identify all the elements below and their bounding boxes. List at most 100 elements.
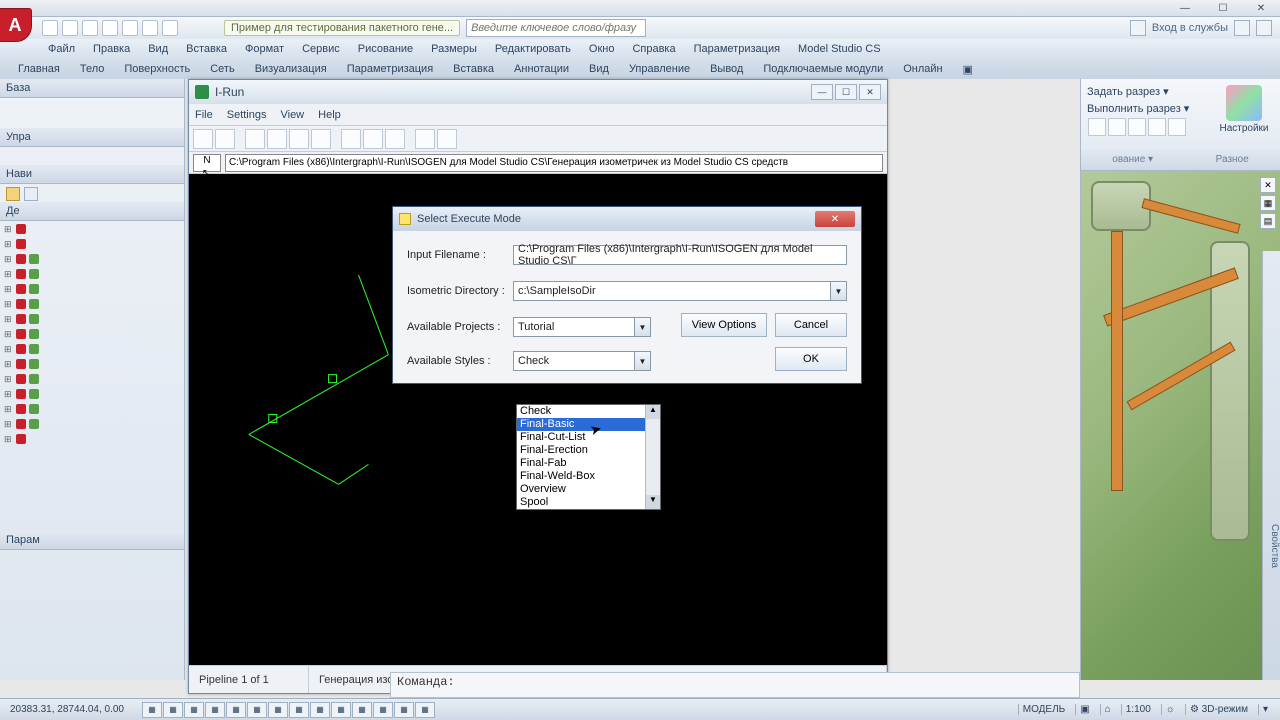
dropdown-option[interactable]: Final-Erection	[517, 444, 660, 457]
irun-menu-file[interactable]: File	[195, 109, 213, 121]
dropdown-option[interactable]: Final-Cut-List	[517, 431, 660, 444]
maximize-button[interactable]: ☐	[1204, 0, 1242, 17]
tree-node[interactable]	[4, 268, 180, 283]
menu-parametrize[interactable]: Параметризация	[686, 41, 788, 57]
ribbon-icon[interactable]	[1128, 118, 1146, 136]
menu-service[interactable]: Сервис	[294, 41, 348, 57]
panel-header-de[interactable]: Де	[0, 202, 184, 221]
status-toggle[interactable]: ▦	[142, 702, 162, 718]
tab-visualize[interactable]: Визуализация	[245, 61, 337, 77]
menu-insert[interactable]: Вставка	[178, 41, 235, 57]
qat-icon[interactable]	[82, 20, 98, 36]
status-toggle[interactable]: ▦	[247, 702, 267, 718]
properties-tab[interactable]: Свойства	[1262, 251, 1280, 680]
menu-help[interactable]: Справка	[624, 41, 683, 57]
tree-node[interactable]	[4, 283, 180, 298]
chevron-down-icon[interactable]: ▼	[634, 318, 650, 336]
status-item[interactable]: ☼	[1161, 704, 1179, 715]
menu-format[interactable]: Формат	[237, 41, 292, 57]
toolbar-icon[interactable]	[363, 129, 383, 149]
toolbar-icon[interactable]	[415, 129, 435, 149]
toolbar-icon[interactable]	[437, 129, 457, 149]
ribbon-icon[interactable]	[1148, 118, 1166, 136]
tree-node[interactable]	[4, 238, 180, 253]
dropdown-option[interactable]: Final-Fab	[517, 457, 660, 470]
north-icon[interactable]: N	[193, 154, 221, 172]
menu-draw[interactable]: Рисование	[350, 41, 421, 57]
tree-node[interactable]	[4, 223, 180, 238]
tab-insert[interactable]: Вставка	[443, 61, 504, 77]
viewport-3d[interactable]: ✕ ▦ ▤ Свойства	[1080, 171, 1280, 680]
tab-surface[interactable]: Поверхность	[114, 61, 200, 77]
menu-dimensions[interactable]: Размеры	[423, 41, 485, 57]
ribbon-icon[interactable]	[1108, 118, 1126, 136]
toolbar-icon[interactable]	[385, 129, 405, 149]
dropdown-option[interactable]: Spool	[517, 496, 660, 509]
view-options-button[interactable]: View Options	[681, 313, 767, 337]
toolbar-icon[interactable]	[289, 129, 309, 149]
panel-header-upra[interactable]: Упра	[0, 128, 184, 147]
ribbon-icon[interactable]	[1088, 118, 1106, 136]
chevron-down-icon[interactable]: ▼	[634, 352, 650, 370]
minimize-button[interactable]: —	[1166, 0, 1204, 17]
irun-maximize-button[interactable]: ☐	[835, 84, 857, 100]
menu-file[interactable]: Файл	[40, 41, 83, 57]
viewport-close-icon[interactable]: ✕	[1260, 177, 1276, 193]
dropdown-option[interactable]: Final-Basic	[517, 418, 660, 431]
irun-minimize-button[interactable]: —	[811, 84, 833, 100]
status-item[interactable]: ▾	[1258, 704, 1272, 715]
status-toggle[interactable]: ▦	[331, 702, 351, 718]
menu-window[interactable]: Окно	[581, 41, 623, 57]
qat-icon[interactable]	[42, 20, 58, 36]
tree-node[interactable]	[4, 373, 180, 388]
tab-plugins[interactable]: Подключаемые модули	[753, 61, 893, 77]
chevron-down-icon[interactable]: ▼	[830, 282, 846, 300]
styles-select[interactable]: Check▼	[513, 351, 651, 371]
status-item[interactable]: МОДЕЛЬ	[1018, 704, 1069, 715]
toolbar-icon[interactable]	[267, 129, 287, 149]
status-toggle[interactable]: ▦	[373, 702, 393, 718]
status-item[interactable]: 1:100	[1121, 704, 1155, 715]
tree-node[interactable]	[4, 253, 180, 268]
tab-view[interactable]: Вид	[579, 61, 619, 77]
dropdown-scrollbar[interactable]: ▲▼	[645, 405, 660, 509]
ok-button[interactable]: OK	[775, 347, 847, 371]
tab-output[interactable]: Вывод	[700, 61, 753, 77]
projects-select[interactable]: Tutorial▼	[513, 317, 651, 337]
dialog-close-button[interactable]: ✕	[815, 211, 855, 227]
tab-home[interactable]: Главная	[8, 61, 70, 77]
panel-header-baza[interactable]: База	[0, 79, 184, 98]
tab-online[interactable]: Онлайн	[893, 61, 952, 77]
tree-node[interactable]	[4, 388, 180, 403]
viewport-tool-icon[interactable]: ▤	[1260, 213, 1276, 229]
viewport-tool-icon[interactable]: ▦	[1260, 195, 1276, 211]
ribbon-label[interactable]: Выполнить разрез ▾	[1087, 100, 1214, 117]
dropdown-option[interactable]: Check	[517, 405, 660, 418]
tab-app[interactable]: ▣	[953, 61, 983, 78]
tree-node[interactable]	[4, 313, 180, 328]
app-logo-icon[interactable]: A	[0, 8, 32, 42]
irun-menu-view[interactable]: View	[280, 109, 304, 121]
qat-icon[interactable]	[62, 20, 78, 36]
irun-path-input[interactable]	[225, 154, 883, 172]
status-toggle[interactable]: ▦	[205, 702, 225, 718]
tab-annotations[interactable]: Аннотации	[504, 61, 579, 77]
iso-directory-field[interactable]: c:\SampleIsoDir▼	[513, 281, 847, 301]
tab-parametrize[interactable]: Параметризация	[337, 61, 443, 77]
tree-node[interactable]	[4, 298, 180, 313]
tab-mesh[interactable]: Сеть	[200, 61, 244, 77]
menu-edit[interactable]: Правка	[85, 41, 138, 57]
ribbon-icon[interactable]	[1168, 118, 1186, 136]
command-line[interactable]: Команда:	[390, 672, 1080, 698]
status-toggle[interactable]: ▦	[268, 702, 288, 718]
menu-view[interactable]: Вид	[140, 41, 176, 57]
cancel-button[interactable]: Cancel	[775, 313, 847, 337]
qat-icon[interactable]	[122, 20, 138, 36]
dialog-titlebar[interactable]: Select Execute Mode ✕	[393, 207, 861, 231]
panel-header-param[interactable]: Парам	[0, 531, 184, 550]
folder-icon[interactable]	[6, 187, 20, 201]
ribbon-label[interactable]: Задать разрез ▾	[1087, 83, 1214, 100]
status-toggle[interactable]: ▦	[289, 702, 309, 718]
menu-modelstudio[interactable]: Model Studio CS	[790, 41, 889, 57]
toolbar-icon[interactable]	[215, 129, 235, 149]
